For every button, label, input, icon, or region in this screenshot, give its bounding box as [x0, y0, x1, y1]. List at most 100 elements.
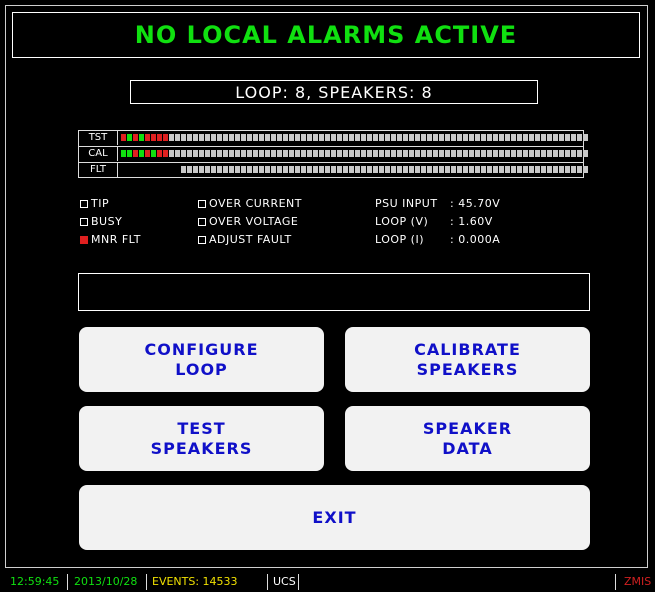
led-indicator: [445, 134, 450, 141]
checkbox-icon: [80, 199, 88, 208]
led-indicator: [475, 150, 480, 157]
exit-button[interactable]: EXIT: [79, 485, 590, 550]
led-indicator: [265, 150, 270, 157]
led-indicator: [277, 150, 282, 157]
led-indicator: [505, 166, 510, 173]
led-indicator: [355, 150, 360, 157]
reading-value: : 1.60V: [450, 215, 493, 228]
led-indicator: [157, 134, 162, 141]
led-indicator: [205, 134, 210, 141]
led-indicator: [145, 134, 150, 141]
led-indicator: [463, 134, 468, 141]
led-indicator: [547, 134, 552, 141]
led-indicator: [223, 150, 228, 157]
test-speakers-button[interactable]: TEST SPEAKERS: [79, 406, 324, 471]
led-indicator: [259, 166, 264, 173]
led-indicator: [193, 166, 198, 173]
led-indicator: [547, 166, 552, 173]
led-indicator: [553, 134, 558, 141]
led-indicator: [361, 150, 366, 157]
led-indicator: [343, 150, 348, 157]
led-indicator: [217, 150, 222, 157]
led-indicator: [127, 134, 132, 141]
led-indicator: [391, 166, 396, 173]
led-indicator: [217, 166, 222, 173]
led-indicator: [331, 166, 336, 173]
led-indicator: [571, 166, 576, 173]
led-indicator: [511, 150, 516, 157]
led-indicator: [271, 166, 276, 173]
led-indicator: [451, 150, 456, 157]
led-indicator: [535, 134, 540, 141]
led-indicator: [529, 134, 534, 141]
led-indicator: [433, 166, 438, 173]
led-row-label: FLT: [79, 163, 118, 177]
led-row-cal: CAL: [79, 147, 588, 161]
led-indicator: [247, 150, 252, 157]
led-indicator: [265, 166, 270, 173]
led-indicator: [223, 134, 228, 141]
led-indicator: [229, 134, 234, 141]
led-indicator: [577, 166, 582, 173]
led-indicator: [181, 166, 186, 173]
led-indicator: [463, 166, 468, 173]
led-indicator: [163, 134, 168, 141]
led-indicator: [535, 150, 540, 157]
led-indicator: [535, 166, 540, 173]
led-indicator: [139, 134, 144, 141]
led-indicator: [319, 134, 324, 141]
led-indicator: [481, 134, 486, 141]
message-box: [78, 273, 590, 311]
led-indicator: [271, 134, 276, 141]
configure-loop-button[interactable]: CONFIGURE LOOP: [79, 327, 324, 392]
led-indicator: [235, 150, 240, 157]
flag-mnr-flt: MNR FLT: [80, 233, 141, 246]
led-indicator: [265, 134, 270, 141]
led-indicator: [385, 166, 390, 173]
led-indicator: [187, 150, 192, 157]
flag-label: OVER CURRENT: [209, 197, 302, 210]
led-indicator: [439, 134, 444, 141]
led-indicator: [289, 166, 294, 173]
led-indicator: [205, 166, 210, 173]
led-indicator: [493, 166, 498, 173]
calibrate-speakers-button[interactable]: CALIBRATE SPEAKERS: [345, 327, 590, 392]
divider: [267, 574, 268, 590]
led-indicator: [445, 166, 450, 173]
led-indicator: [427, 150, 432, 157]
led-indicator: [169, 134, 174, 141]
led-indicator: [367, 150, 372, 157]
led-indicator: [565, 166, 570, 173]
led-indicator: [241, 134, 246, 141]
speaker-data-button[interactable]: SPEAKER DATA: [345, 406, 590, 471]
led-indicator: [421, 134, 426, 141]
led-indicator: [337, 166, 342, 173]
led-indicator: [355, 134, 360, 141]
led-indicator: [493, 134, 498, 141]
led-indicator: [229, 166, 234, 173]
led-indicator: [181, 150, 186, 157]
led-indicator: [283, 166, 288, 173]
led-indicator: [571, 150, 576, 157]
led-indicator: [487, 166, 492, 173]
led-indicator: [313, 134, 318, 141]
led-indicator: [361, 134, 366, 141]
led-indicator: [325, 166, 330, 173]
led-indicator: [403, 150, 408, 157]
led-indicator: [565, 134, 570, 141]
led-indicator: [523, 134, 528, 141]
led-indicator: [571, 134, 576, 141]
led-indicator: [559, 134, 564, 141]
loop-voltage-reading: LOOP (V) : 1.60V: [375, 215, 493, 228]
divider: [615, 574, 616, 590]
flag-adjust-fault: ADJUST FAULT: [198, 233, 292, 246]
flag-tip: TIP: [80, 197, 109, 210]
led-indicator: [559, 166, 564, 173]
led-indicator: [349, 166, 354, 173]
led-indicator: [223, 166, 228, 173]
led-indicator: [205, 150, 210, 157]
led-indicator: [247, 166, 252, 173]
status-events: EVENTS: 14533: [152, 575, 238, 588]
led-indicator: [379, 166, 384, 173]
led-indicator: [181, 134, 186, 141]
